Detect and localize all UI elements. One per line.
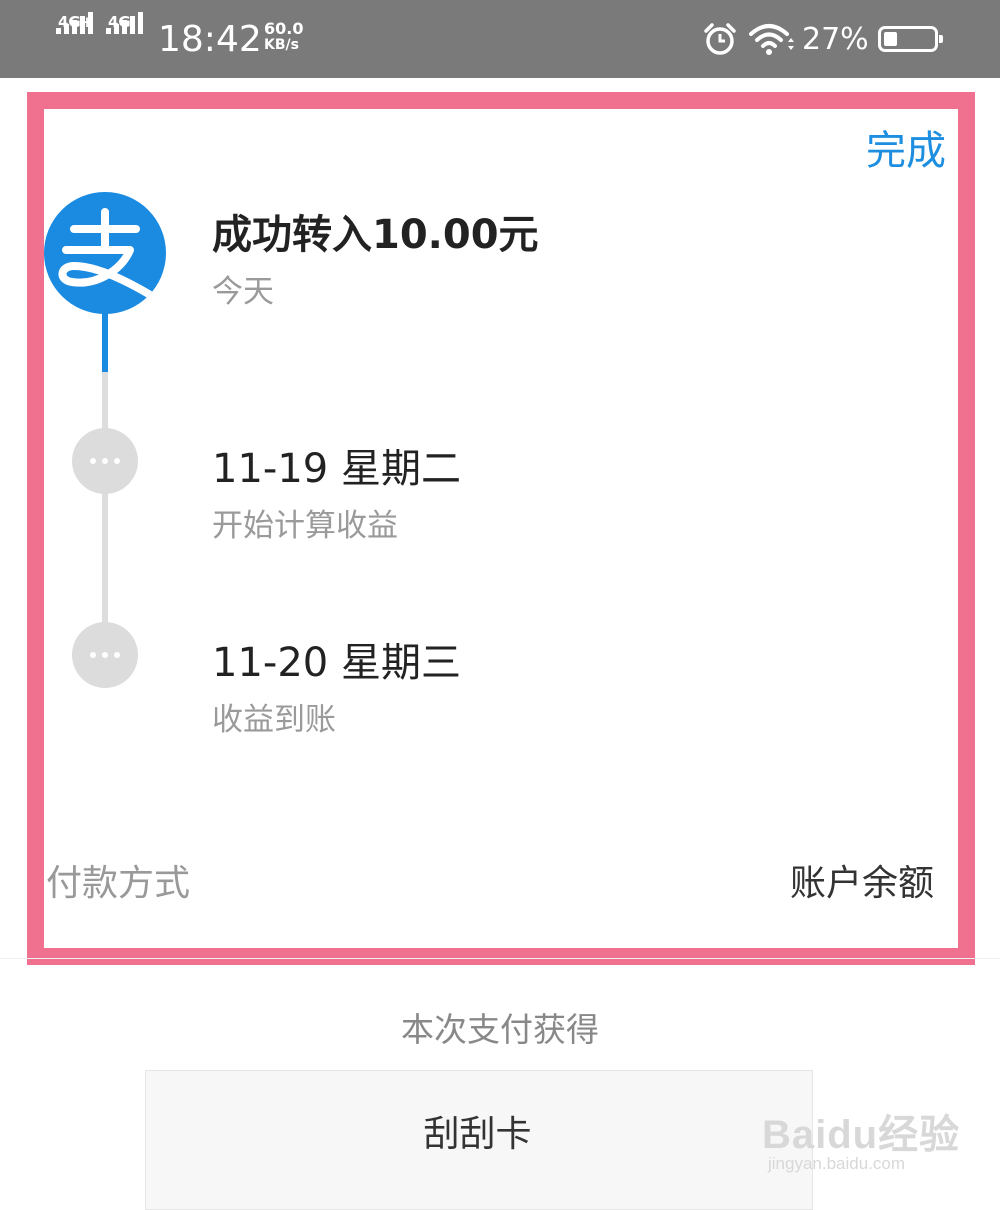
network-type-2: 4G [108,13,131,31]
speed-unit: KB/s [264,37,299,53]
divider [0,958,1000,959]
network-speed: 60.0 KB/s [264,19,304,54]
alipay-logo-icon [44,192,166,314]
baidu-watermark: Baidu经验 jingyan.baidu.com [762,1080,959,1180]
speed-value: 60.0 [264,19,304,38]
timeline-progress-line [102,312,108,372]
status-bar: 4G+ 4G 18:42 60.0 KB/s 27% [0,0,1000,78]
more-dots-icon [72,428,138,494]
step-subtitle-today: 今天 [212,274,274,310]
watermark-url: jingyan.baidu.com [768,1154,906,1173]
battery-icon [878,26,943,52]
payment-method-label: 付款方式 [46,863,191,904]
more-dots-icon [72,622,138,688]
done-button[interactable]: 完成 [866,126,946,176]
step-title-arrival-date: 11-20 星期三 [212,640,461,686]
reward-heading: 本次支付获得 [401,1010,599,1049]
wifi-icon [749,24,794,55]
clock: 18:42 [158,19,262,60]
battery-percentage: 27% [802,22,869,57]
alarm-icon [704,23,736,55]
step-title-start-date: 11-19 星期二 [212,446,461,492]
step-subtitle-start: 开始计算收益 [212,508,398,544]
step-subtitle-arrival: 收益到账 [212,702,336,738]
payment-method-value: 账户余额 [790,863,935,904]
watermark-logo: Baidu经验 [762,1113,961,1157]
timeline-line [102,372,108,652]
step-title-transfer: 成功转入10.00元 [212,212,539,258]
